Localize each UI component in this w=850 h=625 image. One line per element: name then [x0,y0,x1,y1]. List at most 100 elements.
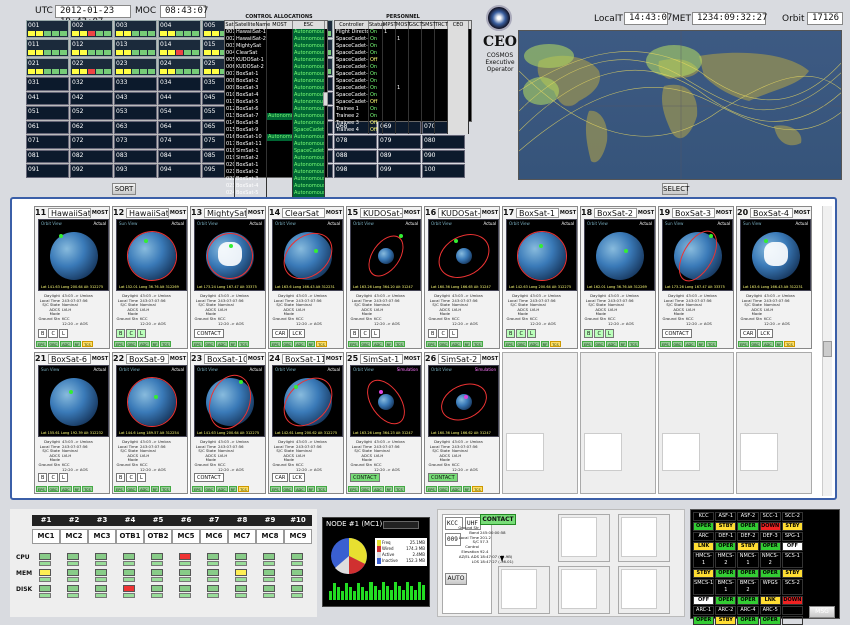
table-row[interactable]: 011 BoxSat-5 Autonomous [225,99,327,106]
table-row[interactable]: SpaceCadet-2 On [335,43,471,50]
car-button[interactable]: CAR [272,329,289,338]
satellite-name[interactable]: BoxSat-6 [48,353,91,364]
station-cell[interactable]: OPER [737,569,759,578]
satellite-cell[interactable]: 034 [158,77,201,91]
station-cell[interactable]: STBY [781,569,803,578]
subsystem-button[interactable]: B [38,329,48,338]
satellite-card[interactable]: 18 BoxSat-2 MOST Orbit View Actual Lat 162.01… [580,206,656,349]
satellite-cell[interactable]: 003 [114,20,157,38]
satellite-cell[interactable]: 001 [26,20,69,38]
orbit-view[interactable]: Sun View Actual Lat 163.6 Long 166.43 Alt … [740,219,811,291]
satellite-cell[interactable]: 012 [70,39,113,57]
satellite-cell[interactable]: 044 [158,91,201,106]
machine-name[interactable]: MC2 [60,529,88,544]
station-cell[interactable]: STBY [737,542,759,551]
station-cell[interactable]: LNK [693,542,715,551]
satellite-cell[interactable]: 053 [114,106,157,120]
orbit-view[interactable]: Sun View Actual Lat 173.26 Long 167.47 Alt… [662,219,733,291]
msg-button[interactable]: MSG [809,606,835,618]
table-row[interactable]: 020 BoxSat-1 Autonomous [225,162,327,169]
station-cell[interactable]: STBY [781,522,803,531]
station-cell[interactable]: STBY [693,569,715,578]
table-row[interactable]: 009 BoxSat-3 Autonomous [225,85,327,92]
machine-name[interactable]: MC3 [88,529,116,544]
table-row[interactable]: SpaceCadet-3 On [335,50,471,57]
table-row[interactable]: SpaceCadet-1 On 1 [335,36,471,43]
satellite-card[interactable]: 11HawaiiSat-1MOST Orbit View Actual Lat 141… [34,206,110,349]
contact-button[interactable]: CONTACT [350,473,380,482]
satellite-name[interactable]: SimSat-1 [360,353,403,364]
satellite-cell[interactable]: 079 [378,135,421,149]
satellite-card[interactable]: 13 MightySat MOST Orbit View Actual Lat 173.2… [190,206,266,349]
machine-name[interactable]: MC6 [200,529,228,544]
satellite-cell[interactable]: 089 [378,149,421,164]
satellite-name[interactable]: MightySat [204,207,247,218]
satellite-name[interactable]: BoxSat-9 [126,353,169,364]
machine-name[interactable]: MC9 [284,529,312,544]
satellite-card[interactable]: 14 ClearSat MOST Orbit View Actual Lat 163.6 … [268,206,344,349]
table-row[interactable]: 003 MightySat Autonomous [225,43,327,50]
station-cell[interactable]: DOWN [781,596,803,605]
orbit-view[interactable]: Orbit View Actual Lat 162.01 Long 36.76 Al… [584,219,655,291]
satellite-cell[interactable]: 062 [70,120,113,135]
machine-name[interactable]: OTB1 [116,529,144,544]
panel-scrollbar[interactable] [822,206,832,496]
table-row[interactable]: SpaceCadet-10Off [335,99,471,106]
satellite-cell[interactable]: 071 [26,135,69,149]
satellite-cell[interactable]: 090 [422,149,465,164]
satellite-cell[interactable]: 002 [70,20,113,38]
subsystem-button[interactable]: L [526,329,536,338]
satellite-name[interactable]: BoxSat-10 [204,353,247,364]
table-row[interactable]: 017 BoxSat-11 Autonomous [225,141,327,148]
station-cell[interactable]: OFF [693,596,715,605]
satellite-card[interactable]: 25 SimSat-1 MOST Orbit View Simulation Lat 16… [346,352,422,494]
satellite-cell[interactable]: 023 [114,58,157,76]
satellite-cell[interactable]: 063 [114,120,157,135]
orbit-view[interactable]: Orbit View Actual Lat 141.63 Long 200.64 A… [38,219,109,291]
sort-button[interactable]: SORT [112,183,136,195]
orbit-view[interactable]: Orbit View Actual Lat 160.36 Long 166.65 A… [428,219,499,291]
satellite-cell[interactable]: 024 [158,58,201,76]
subsystem-button[interactable]: B [506,329,516,338]
machine-name[interactable]: MC1 [32,529,60,544]
table-row[interactable]: 004 ClearSat Autonomous [225,50,327,57]
lck-button[interactable]: LCK [289,329,305,338]
satellite-card[interactable]: 15 KUDOSat-1 MOST Orbit View Actual Lat 163.2… [346,206,422,349]
contact-button[interactable]: CONTACT [194,473,224,482]
satellite-cell[interactable]: 091 [26,164,69,178]
satellite-cell[interactable]: 033 [114,77,157,91]
contact-button[interactable]: CONTACT [428,473,458,482]
subsystem-button[interactable]: C [594,329,604,338]
subsystem-button[interactable]: C [360,329,370,338]
satellite-card[interactable]: 23 BoxSat-10 MOST Orbit View Actual Lat 141.6… [190,352,266,494]
satellite-cell[interactable]: 072 [70,135,113,149]
select-button[interactable]: SELECT [662,183,689,195]
table-row[interactable]: 024 BoxSat-5 Autonomous [225,190,327,197]
table-row[interactable]: 006 KUDOSat-2 Autonomous [225,64,327,71]
control-scrollbar[interactable] [323,92,328,106]
table-row[interactable]: Trainee 2 On [335,113,471,120]
satellite-cell[interactable]: 093 [114,164,157,178]
station-cell[interactable]: OPER [759,569,781,578]
satellite-cell[interactable]: 011 [26,39,69,57]
satellite-cell[interactable]: 004 [158,20,201,38]
table-row[interactable]: Trainee 4 Off [335,127,471,134]
satellite-cell[interactable]: 052 [70,106,113,120]
world-map[interactable] [518,30,842,180]
satellite-cell[interactable]: 021 [26,58,69,76]
satellite-cell[interactable]: 084 [158,149,201,164]
satellite-cell[interactable]: 100 [422,164,465,178]
satellite-cell[interactable]: 022 [70,58,113,76]
satellite-card[interactable]: 22 BoxSat-9 MOST Orbit View Actual Lat 144.6 … [112,352,188,494]
subsystem-button[interactable]: B [38,473,48,482]
table-row[interactable]: 002 HawaiiSat-2 Autonomous [225,36,327,43]
orbit-view[interactable]: Orbit View Actual Lat 142.61 Long 200.62 A… [272,365,343,437]
table-row[interactable]: SpaceCadet-6 On [335,71,471,78]
orbit-view[interactable]: Sun View Actual Lat 152.01 Long 36.76 Alt … [116,219,187,291]
table-row[interactable]: SpaceCadet-7 On [335,78,471,85]
satellite-name[interactable]: HawaiiSat-2 [126,207,169,218]
station-cell[interactable]: STBY [715,522,737,531]
subsystem-button[interactable]: B [116,329,126,338]
orbit-view[interactable]: Orbit View Actual Lat 141.63 Long 200.64 A… [194,365,265,437]
satellite-cell[interactable]: 043 [114,91,157,106]
